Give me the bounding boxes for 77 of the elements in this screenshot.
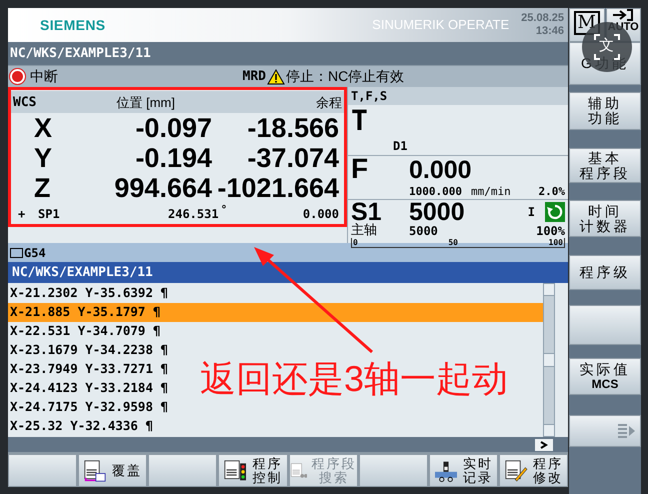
- axis-label: Y: [34, 143, 54, 173]
- column-heading: 位置 [mm]: [116, 94, 175, 110]
- axis-position: -0.194: [134, 143, 212, 173]
- frame-label: WCS: [13, 94, 36, 110]
- traffic-light-icon: [223, 460, 248, 482]
- scroll-right-button[interactable]: [535, 438, 553, 450]
- axis-label: X: [34, 113, 54, 143]
- distance-to-go: 0.000: [302, 207, 339, 221]
- softkey[interactable]: 实时 记录: [428, 454, 498, 487]
- degree-unit: °: [220, 204, 228, 215]
- softkey[interactable]: 程序级: [569, 255, 641, 290]
- program-line[interactable]: X-22.531 Y-34.7079 ¶: [8, 322, 163, 341]
- feed-setpoint: 1000.000: [409, 184, 462, 200]
- softkey[interactable]: 基本 程序段: [569, 148, 641, 183]
- pencil-document-icon: [504, 460, 528, 482]
- distance-to-go: -37.074: [247, 143, 339, 173]
- spindle-label: S1: [351, 200, 383, 224]
- document-icon: [83, 460, 108, 482]
- tool-offset: D1: [393, 138, 408, 155]
- feed-label: F: [351, 154, 370, 184]
- spindle-speed: 5000: [409, 200, 465, 224]
- panel-title: T,F,S: [348, 87, 568, 105]
- status-message: 停止：NC停止有效: [286, 67, 406, 86]
- spindle-state: I: [528, 204, 535, 221]
- path-bar: NC/WKS/EXAMPLE3/11: [8, 42, 568, 65]
- program-title: NC/WKS/EXAMPLE3/11: [8, 262, 568, 283]
- column-heading: 余程: [316, 94, 342, 110]
- axis-label: Z: [34, 173, 52, 203]
- scrollbar[interactable]: [543, 283, 555, 437]
- softkey[interactable]: [569, 415, 641, 447]
- machine-icon: [434, 460, 458, 482]
- softkey[interactable]: 覆盖: [78, 454, 148, 487]
- softkey[interactable]: [569, 305, 641, 345]
- tool-label: T: [351, 105, 369, 137]
- program-line[interactable]: X-24.7175 Y-32.9598 ¶: [8, 398, 170, 417]
- alarm-code: MRD: [242, 68, 266, 86]
- spindle-marker: +: [18, 207, 26, 221]
- spindle-setpoint: 5000: [409, 223, 438, 240]
- spindle-name: 主轴: [351, 224, 378, 238]
- spindle-rotation-icon: [545, 202, 565, 222]
- program-line[interactable]: X-25.32 Y-32.4336 ¶: [8, 417, 155, 436]
- program-line[interactable]: X-23.1679 Y-34.2238 ¶: [8, 341, 170, 360]
- softkey[interactable]: 辅助 功能: [569, 92, 641, 130]
- program-line[interactable]: X-24.4123 Y-33.2184 ¶: [8, 379, 170, 398]
- distance-to-go: -18.566: [247, 113, 339, 143]
- feed-unit: mm/min: [470, 184, 511, 200]
- annotation-text: 返回还是3轴一起动: [200, 358, 508, 400]
- axis-position: 994.664: [113, 173, 212, 203]
- softkey[interactable]: [148, 454, 218, 487]
- spindle-position: 246.531: [168, 207, 219, 221]
- alarm-text: 中断: [30, 67, 58, 86]
- arrow-icon: [612, 9, 634, 21]
- softkey[interactable]: 程序 控制: [218, 454, 288, 487]
- softkey[interactable]: 时间 计数器: [569, 200, 641, 237]
- feed-override: 2.0%: [538, 184, 565, 200]
- frame-icon: [10, 248, 23, 258]
- program-line[interactable]: X-23.7949 Y-33.7271 ¶: [8, 360, 170, 379]
- brand-logo: SIEMENS: [40, 16, 106, 34]
- scale-label: 50: [447, 239, 459, 247]
- work-offset: G54: [24, 244, 46, 262]
- warning-icon: [267, 68, 285, 84]
- more-icon: [618, 422, 636, 440]
- scale-label: 100: [548, 239, 564, 247]
- program-line[interactable]: X-21.2302 Y-35.6392 ¶: [8, 284, 170, 303]
- scale-label: 0: [352, 239, 359, 247]
- feed-value: 0.000: [409, 156, 472, 184]
- softkey[interactable]: 程序 修改: [498, 454, 568, 487]
- softkey[interactable]: [358, 454, 428, 487]
- softkey[interactable]: [8, 454, 78, 487]
- stop-icon: [10, 69, 25, 84]
- date-text: 25.08.25: [521, 12, 564, 25]
- axis-position: -0.097: [134, 113, 212, 143]
- spindle-label: SP1: [38, 207, 61, 221]
- distance-to-go: -1021.664: [217, 173, 339, 203]
- softkey[interactable]: 实际值 MCS: [569, 358, 641, 395]
- spindle-override: 100%: [536, 223, 565, 239]
- time-text: 13:46: [536, 25, 564, 38]
